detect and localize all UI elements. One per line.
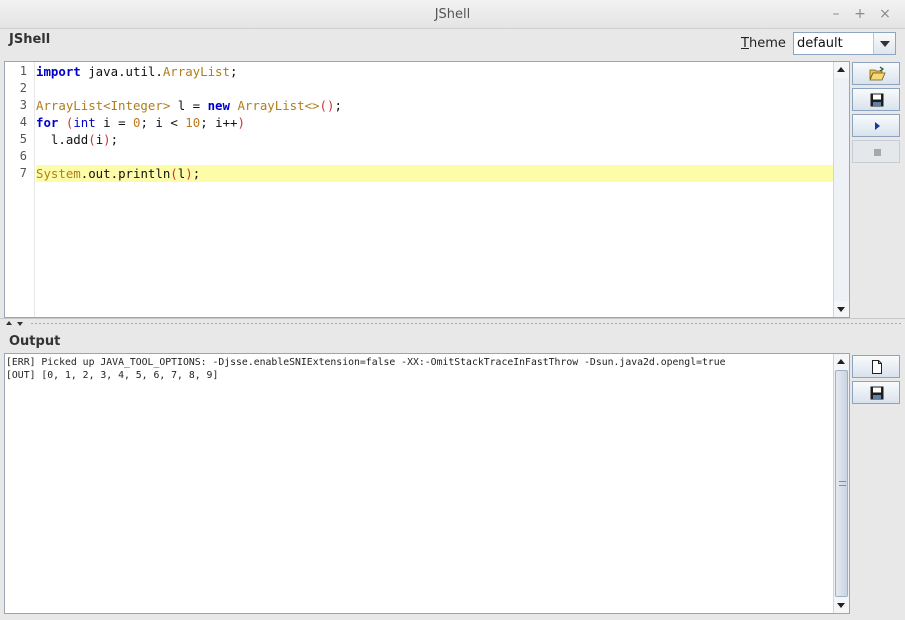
new-document-icon [872,360,882,374]
theme-label-mnemonic: T [741,36,749,51]
stop-icon [874,149,881,156]
code-token: ; [229,64,238,79]
scroll-down-icon[interactable] [834,301,849,317]
code-token: ArrayList<> [237,98,320,113]
output-line: [OUT] [0, 1, 2, 3, 4, 5, 6, 7, 8, 9] [6,370,219,381]
save-button[interactable] [852,88,900,111]
code-token: new [207,98,230,113]
code-token: ( [170,166,178,181]
scrollbar-thumb[interactable] [835,370,848,597]
floppy-disk-icon [870,93,884,107]
code-token: .out.println [80,166,171,181]
theme-label-text: heme [748,36,786,51]
output-title: Output [9,334,61,349]
panel-title: JShell [9,32,51,47]
code-token: ; [192,166,201,181]
splitter-grip [30,322,901,325]
code-line[interactable] [36,80,833,97]
stop-button[interactable] [852,140,900,163]
code-token: () [319,98,335,113]
save-output-button[interactable] [852,381,900,404]
code-token: ; i < [140,115,186,130]
code-token: ; [110,132,119,147]
collapse-down-icon[interactable] [17,322,23,326]
editor-vertical-scrollbar[interactable] [833,62,849,317]
code-token: 10 [185,115,201,130]
close-icon[interactable]: × [877,5,893,23]
maximize-icon[interactable]: + [852,5,868,23]
run-button[interactable] [852,114,900,137]
code-line[interactable]: import java.util.ArrayList; [36,63,833,80]
code-token: import [36,64,81,79]
scroll-up-icon[interactable] [834,354,849,370]
line-number: 4 [19,115,27,129]
code-line[interactable]: ArrayList<Integer> l = new ArrayList<>()… [36,97,833,114]
line-number: 1 [19,64,27,78]
code-token: ) [103,132,111,147]
code-token: 0 [133,115,141,130]
code-editor[interactable]: 1234567 import java.util.ArrayList; Array… [4,61,850,318]
output-line: [ERR] Picked up JAVA_TOOL_OPTIONS: -Djss… [6,357,726,368]
code-token: ArrayList<Integer> [36,98,171,113]
code-token: l = [170,98,208,113]
play-icon [875,122,880,130]
code-token: System [36,166,81,181]
theme-label: Theme [741,36,786,51]
code-line[interactable]: l.add(i); [36,131,833,148]
code-token: l.add [36,132,89,147]
line-number: 7 [19,166,27,180]
open-button[interactable] [852,62,900,85]
code-line[interactable]: System.out.println(l); [36,165,833,182]
line-number-gutter: 1 2 3 4 5 6 7 [5,62,35,317]
code-line[interactable] [36,148,833,165]
line-number: 3 [19,98,27,112]
window-title: JShell [434,7,471,22]
floppy-disk-icon [870,386,884,400]
clear-output-button[interactable] [852,355,900,378]
code-token: ( [88,132,96,147]
theme-select[interactable]: default [793,32,896,55]
panel-splitter[interactable] [0,318,905,328]
thumb-grip [839,481,846,486]
line-number: 5 [19,132,27,146]
open-folder-icon [869,66,886,81]
line-number: 6 [19,149,27,163]
chevron-down-icon[interactable] [873,33,895,54]
scroll-up-icon[interactable] [834,62,849,78]
collapse-up-icon[interactable] [6,321,12,325]
code-token: for [36,115,59,130]
line-number: 2 [19,81,27,95]
code-line[interactable]: for (int i = 0; i < 10; i++) [36,114,833,131]
code-token: int [73,115,96,130]
theme-select-value: default [797,36,843,51]
code-token: i = [95,115,134,130]
code-token: java.util. [80,64,163,79]
title-bar: JShell – + × [0,0,905,29]
code-token: ) [237,115,245,130]
minimize-icon[interactable]: – [828,5,844,23]
code-token: ; i++ [200,115,238,130]
output-vertical-scrollbar[interactable] [833,354,849,613]
code-token: ArrayList [162,64,230,79]
scroll-down-icon[interactable] [834,597,849,613]
output-console[interactable]: [ERR] Picked up JAVA_TOOL_OPTIONS: -Djss… [4,353,850,614]
code-token: ; [334,98,342,113]
code-token: ) [185,166,193,181]
